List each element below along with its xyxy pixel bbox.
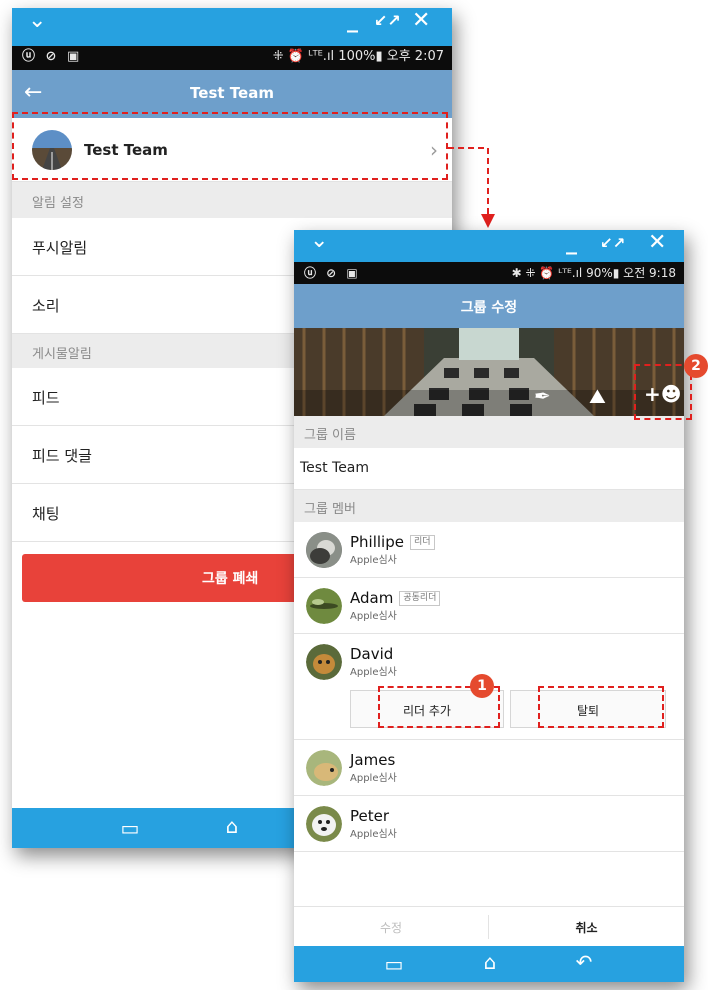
close-group-label: 그룹 폐쇄: [202, 571, 259, 587]
member-org: Apple심사: [350, 773, 397, 784]
member-name: Adam: [350, 589, 394, 607]
android-nav-bar: ▭ ⌂ ↶: [294, 946, 684, 982]
back-icon[interactable]: ↶: [564, 950, 604, 974]
leave-label: 탈퇴: [576, 704, 600, 718]
chevron-down-icon[interactable]: ⌄: [28, 10, 46, 32]
image-icon[interactable]: ⛰: [589, 384, 606, 408]
member-avatar: [306, 750, 342, 786]
expand-icon[interactable]: ↙↗: [374, 8, 401, 34]
window-title-bar: ⌄ _ ↙↗ ✕: [12, 8, 452, 46]
member-org: Apple심사: [350, 829, 397, 840]
edit-button[interactable]: 수정: [294, 919, 488, 936]
callout-arrow: [448, 147, 495, 228]
home-icon[interactable]: ⌂: [470, 950, 510, 974]
status-left-icons: ⓤ ⊘ ▣: [304, 266, 361, 280]
app-bar-title: Test Team: [190, 84, 274, 102]
member-name: Peter: [350, 807, 390, 825]
close-icon[interactable]: ✕: [412, 8, 430, 34]
row-label: 푸시알림: [32, 239, 88, 257]
row-label: 피드 댓글: [32, 447, 92, 465]
status-left-icons: ⓤ ⊘ ▣: [22, 49, 83, 64]
row-label: 채팅: [32, 505, 60, 523]
member-org: Apple심사: [350, 667, 397, 678]
recent-apps-icon[interactable]: ▭: [374, 952, 414, 976]
minimize-icon[interactable]: _: [566, 230, 577, 256]
member-row-adam[interactable]: Adam 공동리더 Apple심사: [294, 578, 684, 634]
window-title-bar: ⌄ _ ↙↗ ✕: [294, 230, 684, 262]
member-name: Phillipe: [350, 533, 404, 551]
member-avatar: [306, 806, 342, 842]
recent-apps-icon[interactable]: ▭: [110, 816, 150, 840]
status-bar: ⓤ ⊘ ▣ ✱ ⁜ ⏰ ᴸᵀᴱ.ıl 90%▮ 오전 9:18: [294, 262, 684, 284]
team-profile-row[interactable]: Test Team ›: [12, 118, 452, 182]
brush-icon[interactable]: ✒: [534, 384, 551, 408]
cancel-button[interactable]: 취소: [489, 919, 684, 936]
chevron-down-icon[interactable]: ⌄: [310, 230, 328, 252]
app-bar: ← Test Team: [12, 70, 452, 118]
status-bar: ⓤ ⊘ ▣ ⁜ ⏰ ᴸᵀᴱ.ıl 100%▮ 오후 2:07: [12, 46, 452, 70]
expand-icon[interactable]: ↙↗: [600, 230, 625, 256]
annotation-badge-2: 2: [684, 354, 708, 378]
section-label: 그룹 멤버: [304, 502, 356, 517]
section-group-name: 그룹 이름: [294, 416, 684, 448]
footer-actions: 수정 취소: [294, 906, 684, 946]
member-row-phillipe[interactable]: Phillipe 리더 Apple심사: [294, 522, 684, 578]
section-notify-settings: 알림 설정: [12, 182, 452, 218]
chevron-right-icon: ›: [430, 138, 438, 162]
annotation-badge-1: 1: [470, 674, 494, 698]
close-icon[interactable]: ✕: [648, 230, 666, 256]
group-name-value: Test Team: [300, 460, 370, 476]
group-cover-photo: ✒ ⛰ +☻: [294, 328, 684, 416]
team-name: Test Team: [84, 141, 168, 159]
row-label: 소리: [32, 297, 60, 315]
member-org: Apple심사: [350, 555, 397, 566]
leave-button[interactable]: 탈퇴: [510, 690, 666, 728]
member-role-badge: 공동리더: [399, 591, 441, 606]
add-leader-label: 리더 추가: [403, 704, 451, 718]
member-row-peter[interactable]: Peter Apple심사: [294, 796, 684, 852]
front-phone-screen: ⌄ _ ↙↗ ✕ ⓤ ⊘ ▣ ✱ ⁜ ⏰ ᴸᵀᴱ.ıl 90%▮ 오전 9:18…: [294, 230, 684, 982]
section-label: 그룹 이름: [304, 428, 356, 443]
member-avatar: [306, 532, 342, 568]
add-person-icon[interactable]: +☻: [644, 382, 682, 406]
group-name-input[interactable]: Test Team: [294, 448, 684, 490]
app-bar-title: 그룹 수정: [460, 300, 518, 316]
app-bar: 그룹 수정: [294, 284, 684, 328]
member-avatar: [306, 644, 342, 680]
team-avatar: [32, 130, 72, 170]
member-role-badge: 리더: [409, 535, 435, 550]
section-group-member: 그룹 멤버: [294, 490, 684, 522]
section-label: 게시물알림: [32, 347, 92, 362]
member-name: David: [350, 645, 394, 663]
status-right-info: ✱ ⁜ ⏰ ᴸᵀᴱ.ıl 90%▮ 오전 9:18: [511, 266, 676, 280]
member-org: Apple심사: [350, 611, 397, 622]
status-right-info: ⁜ ⏰ ᴸᵀᴱ.ıl 100%▮ 오후 2:07: [272, 49, 444, 64]
member-avatar: [306, 588, 342, 624]
member-name: James: [350, 751, 396, 769]
minimize-icon[interactable]: _: [347, 8, 358, 34]
section-label: 알림 설정: [32, 196, 84, 211]
home-icon[interactable]: ⌂: [212, 814, 252, 838]
row-label: 피드: [32, 389, 60, 407]
member-row-james[interactable]: James Apple심사: [294, 740, 684, 796]
